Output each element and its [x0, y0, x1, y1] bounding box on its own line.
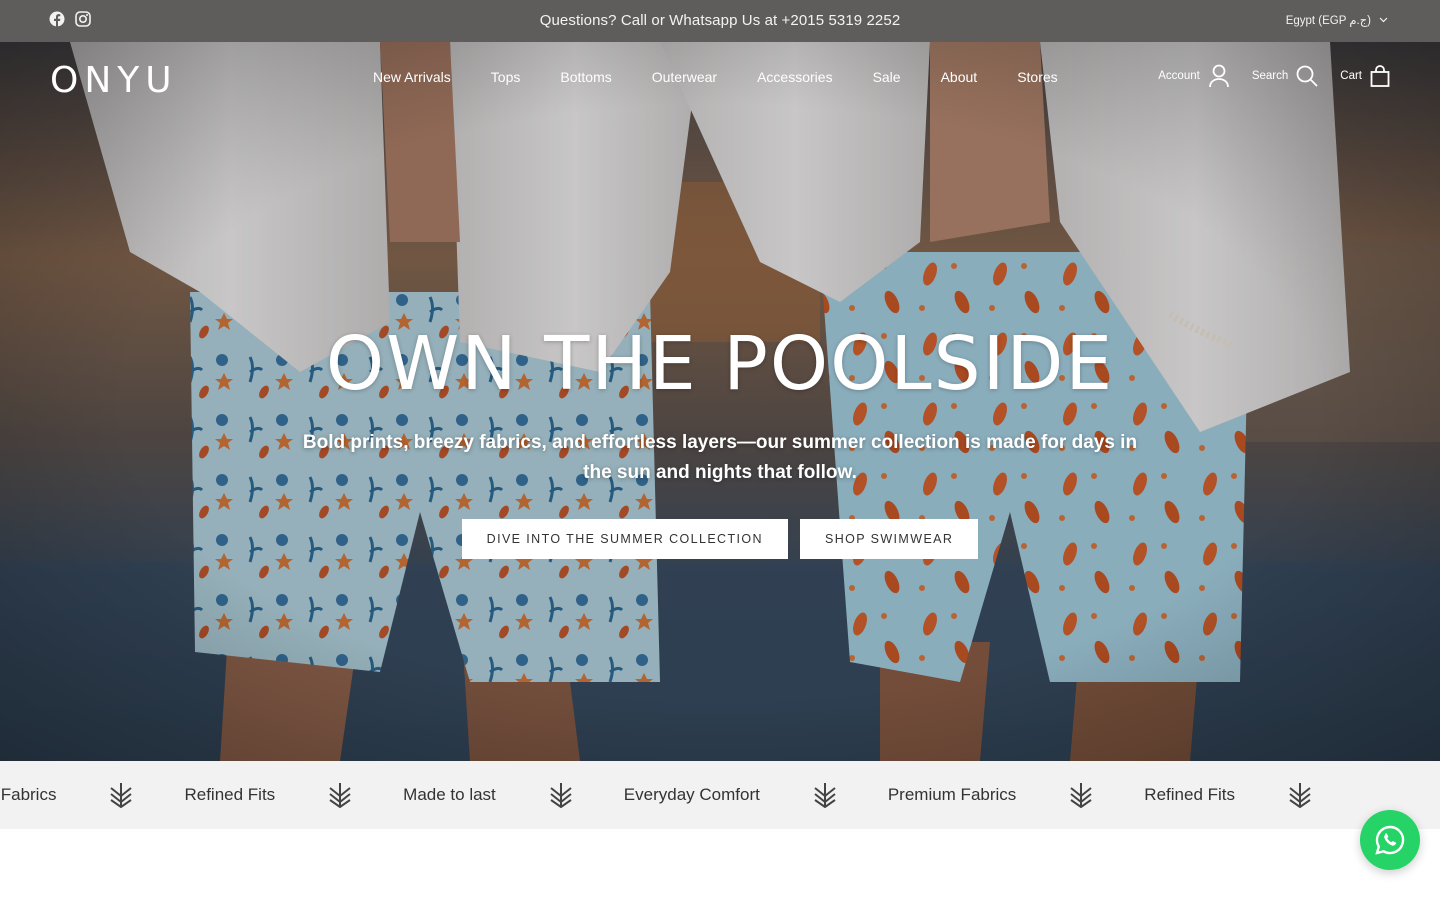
- hero-subtitle: Bold prints, breezy fabrics, and effortl…: [302, 432, 1138, 483]
- marquee-text: Everyday Comfort: [623, 785, 760, 804]
- marquee-text: Premium Fabrics: [887, 785, 1017, 804]
- marquee-track: Premium Fabrics Refined Fits Made to las…: [0, 761, 1363, 829]
- search-link[interactable]: Search: [1252, 65, 1318, 87]
- features-marquee: Premium Fabrics Refined Fits Made to las…: [0, 761, 1440, 829]
- shopping-bag-icon: [1370, 65, 1390, 87]
- account-label: Account: [1158, 70, 1200, 82]
- brand-mark-icon: [814, 783, 836, 808]
- brand-mark-icon: [1070, 783, 1092, 808]
- shop-swimwear-button[interactable]: SHOP SWIMWEAR: [799, 519, 979, 559]
- brand-mark-icon: [329, 783, 351, 808]
- search-label: Search: [1251, 70, 1289, 82]
- country-selector[interactable]: Egypt (EGP ج.م): [1286, 13, 1388, 27]
- announcement-bar: Questions? Call or Whatsapp Us at +2015 …: [0, 0, 1440, 42]
- marquee-item: Made to last: [403, 782, 624, 808]
- hero-title: OWN THE POOLSIDE: [325, 321, 1115, 407]
- search-icon: [1296, 65, 1318, 87]
- nav-outerwear[interactable]: Outerwear: [652, 69, 717, 85]
- marquee-text: Refined Fits: [1144, 785, 1235, 804]
- marquee-item: Everyday Comfort: [624, 782, 888, 808]
- cart-link[interactable]: Cart: [1340, 65, 1390, 87]
- chevron-down-icon: [1379, 17, 1388, 23]
- brand-mark-icon: [110, 783, 133, 808]
- account-link[interactable]: Account: [1158, 64, 1230, 88]
- hero-buttons: DIVE INTO THE SUMMER COLLECTION SHOP SWI…: [0, 519, 1440, 559]
- marquee-text: Refined Fits: [184, 785, 276, 804]
- country-label: Egypt (EGP ج.م): [1285, 15, 1371, 27]
- marquee-item: Premium Fabrics: [0, 782, 184, 808]
- marquee-item: Premium Fabrics: [888, 782, 1144, 808]
- nav-accessories[interactable]: Accessories: [757, 69, 832, 85]
- nav-new-arrivals[interactable]: New Arrivals: [373, 69, 451, 85]
- nav-bottoms[interactable]: Bottoms: [560, 69, 611, 85]
- announcement-text: Questions? Call or Whatsapp Us at +2015 …: [539, 12, 901, 29]
- marquee-item: Refined Fits: [1144, 782, 1363, 808]
- site-header: ONYU New Arrivals Tops Bottoms Outerwear…: [0, 42, 1440, 112]
- nav-tops[interactable]: Tops: [491, 69, 521, 85]
- whatsapp-chat-button[interactable]: [1360, 810, 1420, 870]
- marquee-text: Made to last: [403, 785, 496, 804]
- marquee-text: Premium Fabrics: [0, 785, 57, 804]
- user-icon: [1208, 64, 1229, 88]
- summer-collection-button[interactable]: DIVE INTO THE SUMMER COLLECTION: [461, 519, 788, 559]
- marquee-item: Refined Fits: [184, 782, 403, 808]
- whatsapp-icon: [1375, 825, 1405, 855]
- brand-logo[interactable]: ONYU: [50, 60, 178, 101]
- brand-mark-icon: [1289, 783, 1311, 808]
- cart-label: Cart: [1340, 70, 1362, 82]
- header-utilities: Account Search Cart: [1136, 64, 1390, 88]
- hero-content: OWN THE POOLSIDE Bold prints, breezy fab…: [0, 322, 1440, 559]
- brand-mark-icon: [550, 783, 572, 808]
- nav-about[interactable]: About: [941, 69, 978, 85]
- nav-stores[interactable]: Stores: [1017, 69, 1057, 85]
- main-nav: New Arrivals Tops Bottoms Outerwear Acce…: [373, 69, 1098, 85]
- nav-sale[interactable]: Sale: [873, 69, 901, 85]
